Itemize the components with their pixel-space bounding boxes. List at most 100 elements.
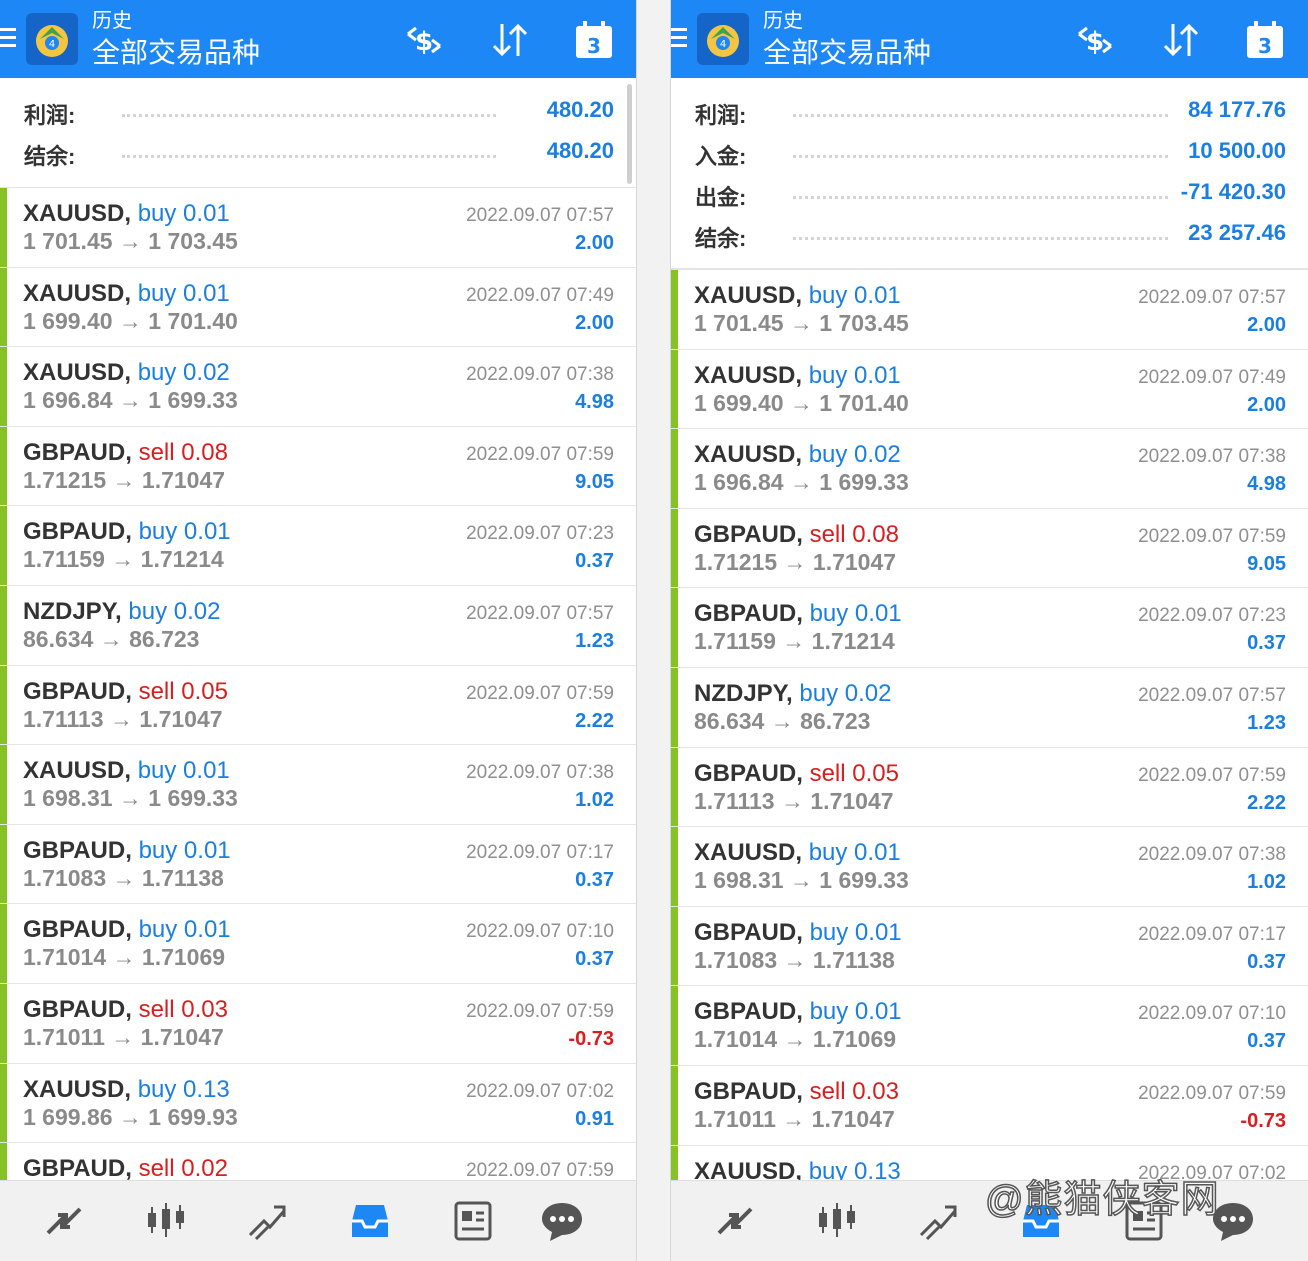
deal-type: buy 0.01 xyxy=(138,836,231,864)
quotes-icon[interactable] xyxy=(713,1199,757,1243)
deal-profit: 2.00 xyxy=(1247,314,1286,336)
deal-symbol: GBPAUD, sell 0.02 xyxy=(23,1155,228,1183)
deal-type: sell 0.03 xyxy=(809,1077,899,1105)
deal-profit: 0.37 xyxy=(1247,1030,1286,1053)
symbol-name: XAUUSD, xyxy=(694,282,803,309)
deal-prices: 1.71159 → 1.71214 xyxy=(23,546,224,573)
scrollbar[interactable] xyxy=(627,84,632,184)
deal-row[interactable]: XAUUSD, buy 0.01 1 698.31 → 1 699.33 2022.… xyxy=(0,745,636,825)
symbol-name: XAUUSD, xyxy=(23,359,132,387)
deal-type: buy 0.01 xyxy=(808,839,901,867)
trade-icon[interactable] xyxy=(917,1199,961,1243)
profit-indicator-bar xyxy=(0,745,7,824)
profit-indicator-bar xyxy=(671,508,678,588)
profit-indicator-bar xyxy=(671,1065,678,1145)
phone-screen-right: 4 历史 全部交易品种 $ 3 利润: 84 177.76 入金: 10 500… xyxy=(671,0,1308,1261)
deal-row[interactable]: NZDJPY, buy 0.02 86.634 → 86.723 2022.09.0… xyxy=(671,667,1308,748)
summary-value: 480.20 xyxy=(546,138,614,163)
profit-indicator-bar xyxy=(0,347,7,426)
deal-row[interactable]: GBPAUD, sell 0.08 1.71215 → 1.71047 2022.0… xyxy=(671,508,1308,589)
deal-symbol: NZDJPY, buy 0.02 xyxy=(694,680,891,708)
page-title[interactable]: 全部交易品种 xyxy=(763,34,931,72)
deal-row[interactable]: GBPAUD, buy 0.01 1.71083 → 1.71138 2022.09… xyxy=(671,906,1308,987)
deal-row[interactable]: XAUUSD, buy 0.02 1 696.84 → 1 699.33 2022.… xyxy=(671,429,1308,509)
deal-type: buy 0.01 xyxy=(809,918,902,946)
deal-row[interactable]: XAUUSD, buy 0.01 1 699.40 → 1 701.40 2022.… xyxy=(0,267,636,348)
deal-type: buy 0.02 xyxy=(808,441,901,469)
deal-time: 2022.09.07 07:59 xyxy=(1138,1082,1286,1104)
deal-profit: 2.22 xyxy=(1247,791,1286,814)
sort-icon[interactable] xyxy=(1159,18,1203,62)
chart-icon[interactable] xyxy=(815,1199,859,1243)
profit-indicator-bar xyxy=(671,588,678,667)
deal-row[interactable]: GBPAUD, sell 0.05 1.71113 → 1.71047 2022.0… xyxy=(0,665,636,746)
deal-row[interactable]: GBPAUD, sell 0.08 1.71215 → 1.71047 2022.0… xyxy=(0,426,636,507)
deal-row[interactable]: GBPAUD, buy 0.01 1.71159 → 1.71214 2022.09… xyxy=(0,506,636,586)
deal-type: sell 0.05 xyxy=(809,759,899,787)
deal-time: 2022.09.07 07:57 xyxy=(466,602,614,624)
calendar-day: 3 xyxy=(1258,34,1272,58)
deal-row[interactable]: XAUUSD, buy 0.01 1 701.45 → 1 703.45 2022.… xyxy=(0,188,636,268)
deal-list[interactable]: XAUUSD, buy 0.01 1 701.45 → 1 703.45 2022.… xyxy=(0,188,636,1223)
deal-row[interactable]: XAUUSD, buy 0.01 1 701.45 → 1 703.45 2022.… xyxy=(671,270,1308,350)
deal-row[interactable]: XAUUSD, buy 0.01 1 699.40 → 1 701.40 2022.… xyxy=(671,349,1308,430)
deal-row[interactable]: GBPAUD, buy 0.01 1.71159 → 1.71214 2022.09… xyxy=(671,588,1308,668)
symbol-name: GBPAUD, xyxy=(23,995,132,1023)
news-icon[interactable] xyxy=(450,1199,494,1243)
deal-symbol: GBPAUD, sell 0.08 xyxy=(23,439,228,467)
app-logo: 4 xyxy=(697,13,749,65)
deal-list[interactable]: XAUUSD, buy 0.01 1 701.45 → 1 703.45 2022.… xyxy=(671,270,1308,1226)
deal-row[interactable]: GBPAUD, sell 0.05 1.71113 → 1.71047 2022.0… xyxy=(671,747,1308,828)
deal-time: 2022.09.07 07:38 xyxy=(466,762,614,784)
symbol-name: GBPAUD, xyxy=(694,600,803,628)
page-title[interactable]: 全部交易品种 xyxy=(92,34,260,72)
profit-indicator-bar xyxy=(671,349,678,429)
screenshot-pair: 4 历史 全部交易品种 $ 3 利润: 480.20 结余: 480.20 XA… xyxy=(0,0,1308,1261)
deal-prices: 1.71159 → 1.71214 xyxy=(694,628,895,655)
history-icon[interactable] xyxy=(348,1199,392,1243)
deal-type: sell 0.02 xyxy=(138,1155,228,1183)
deal-row[interactable]: NZDJPY, buy 0.02 86.634 → 86.723 2022.09.0… xyxy=(0,585,636,666)
deal-profit: 1.23 xyxy=(575,629,614,652)
calendar-icon[interactable]: 3 xyxy=(1243,18,1287,62)
deal-row[interactable]: XAUUSD, buy 0.13 1 699.86 → 1 699.93 2022.… xyxy=(0,1063,636,1144)
deal-prices: 1 699.40 → 1 701.40 xyxy=(694,389,909,416)
svg-text:4: 4 xyxy=(720,39,726,50)
symbol-name: GBPAUD, xyxy=(23,518,132,546)
deal-type: buy 0.01 xyxy=(137,200,230,227)
profit-indicator-bar xyxy=(0,665,7,745)
deal-row[interactable]: XAUUSD, buy 0.02 1 696.84 → 1 699.33 2022.… xyxy=(0,347,636,427)
deal-row[interactable]: XAUUSD, buy 0.01 1 698.31 → 1 699.33 2022.… xyxy=(671,827,1308,907)
profit-indicator-bar xyxy=(0,1063,7,1143)
deal-prices: 1.71014 → 1.71069 xyxy=(23,944,226,971)
chat-icon[interactable] xyxy=(540,1199,584,1243)
profit-indicator-bar xyxy=(671,270,678,349)
deal-row[interactable]: GBPAUD, buy 0.01 1.71014 → 1.71069 2022.09… xyxy=(0,904,636,984)
deal-type: buy 0.01 xyxy=(808,282,901,309)
currency-exchange-icon[interactable]: $ xyxy=(402,18,446,62)
deal-row[interactable]: GBPAUD, sell 0.03 1.71011 → 1.71047 2022.0… xyxy=(0,983,636,1064)
calendar-icon[interactable]: 3 xyxy=(572,18,616,62)
deal-prices: 1 701.45 → 1 703.45 xyxy=(694,310,909,336)
trade-icon[interactable] xyxy=(246,1199,290,1243)
deal-row[interactable]: GBPAUD, sell 0.03 1.71011 → 1.71047 2022.0… xyxy=(671,1065,1308,1146)
sort-icon[interactable] xyxy=(488,18,532,62)
menu-icon[interactable] xyxy=(671,28,687,48)
deal-row[interactable]: GBPAUD, buy 0.01 1.71083 → 1.71138 2022.09… xyxy=(0,824,636,905)
deal-profit: 0.91 xyxy=(575,1107,614,1130)
chart-icon[interactable] xyxy=(144,1199,188,1243)
summary-label: 结余: xyxy=(695,226,747,251)
deal-profit: -0.73 xyxy=(568,1027,614,1050)
currency-exchange-icon[interactable]: $ xyxy=(1073,18,1117,62)
deal-prices: 1.71113 → 1.71047 xyxy=(694,787,894,814)
dotted-leader xyxy=(122,155,496,158)
dotted-leader xyxy=(793,114,1168,117)
watermark: @熊猫侠客网 xyxy=(984,1178,1220,1222)
deal-type: buy 0.01 xyxy=(809,600,902,628)
quotes-icon[interactable] xyxy=(42,1199,86,1243)
deal-row[interactable]: GBPAUD, buy 0.01 1.71014 → 1.71069 2022.09… xyxy=(671,986,1308,1066)
dotted-leader xyxy=(793,196,1168,199)
deal-symbol: XAUUSD, buy 0.02 xyxy=(23,359,230,387)
menu-icon[interactable] xyxy=(0,28,16,48)
deal-type: sell 0.03 xyxy=(138,995,228,1023)
